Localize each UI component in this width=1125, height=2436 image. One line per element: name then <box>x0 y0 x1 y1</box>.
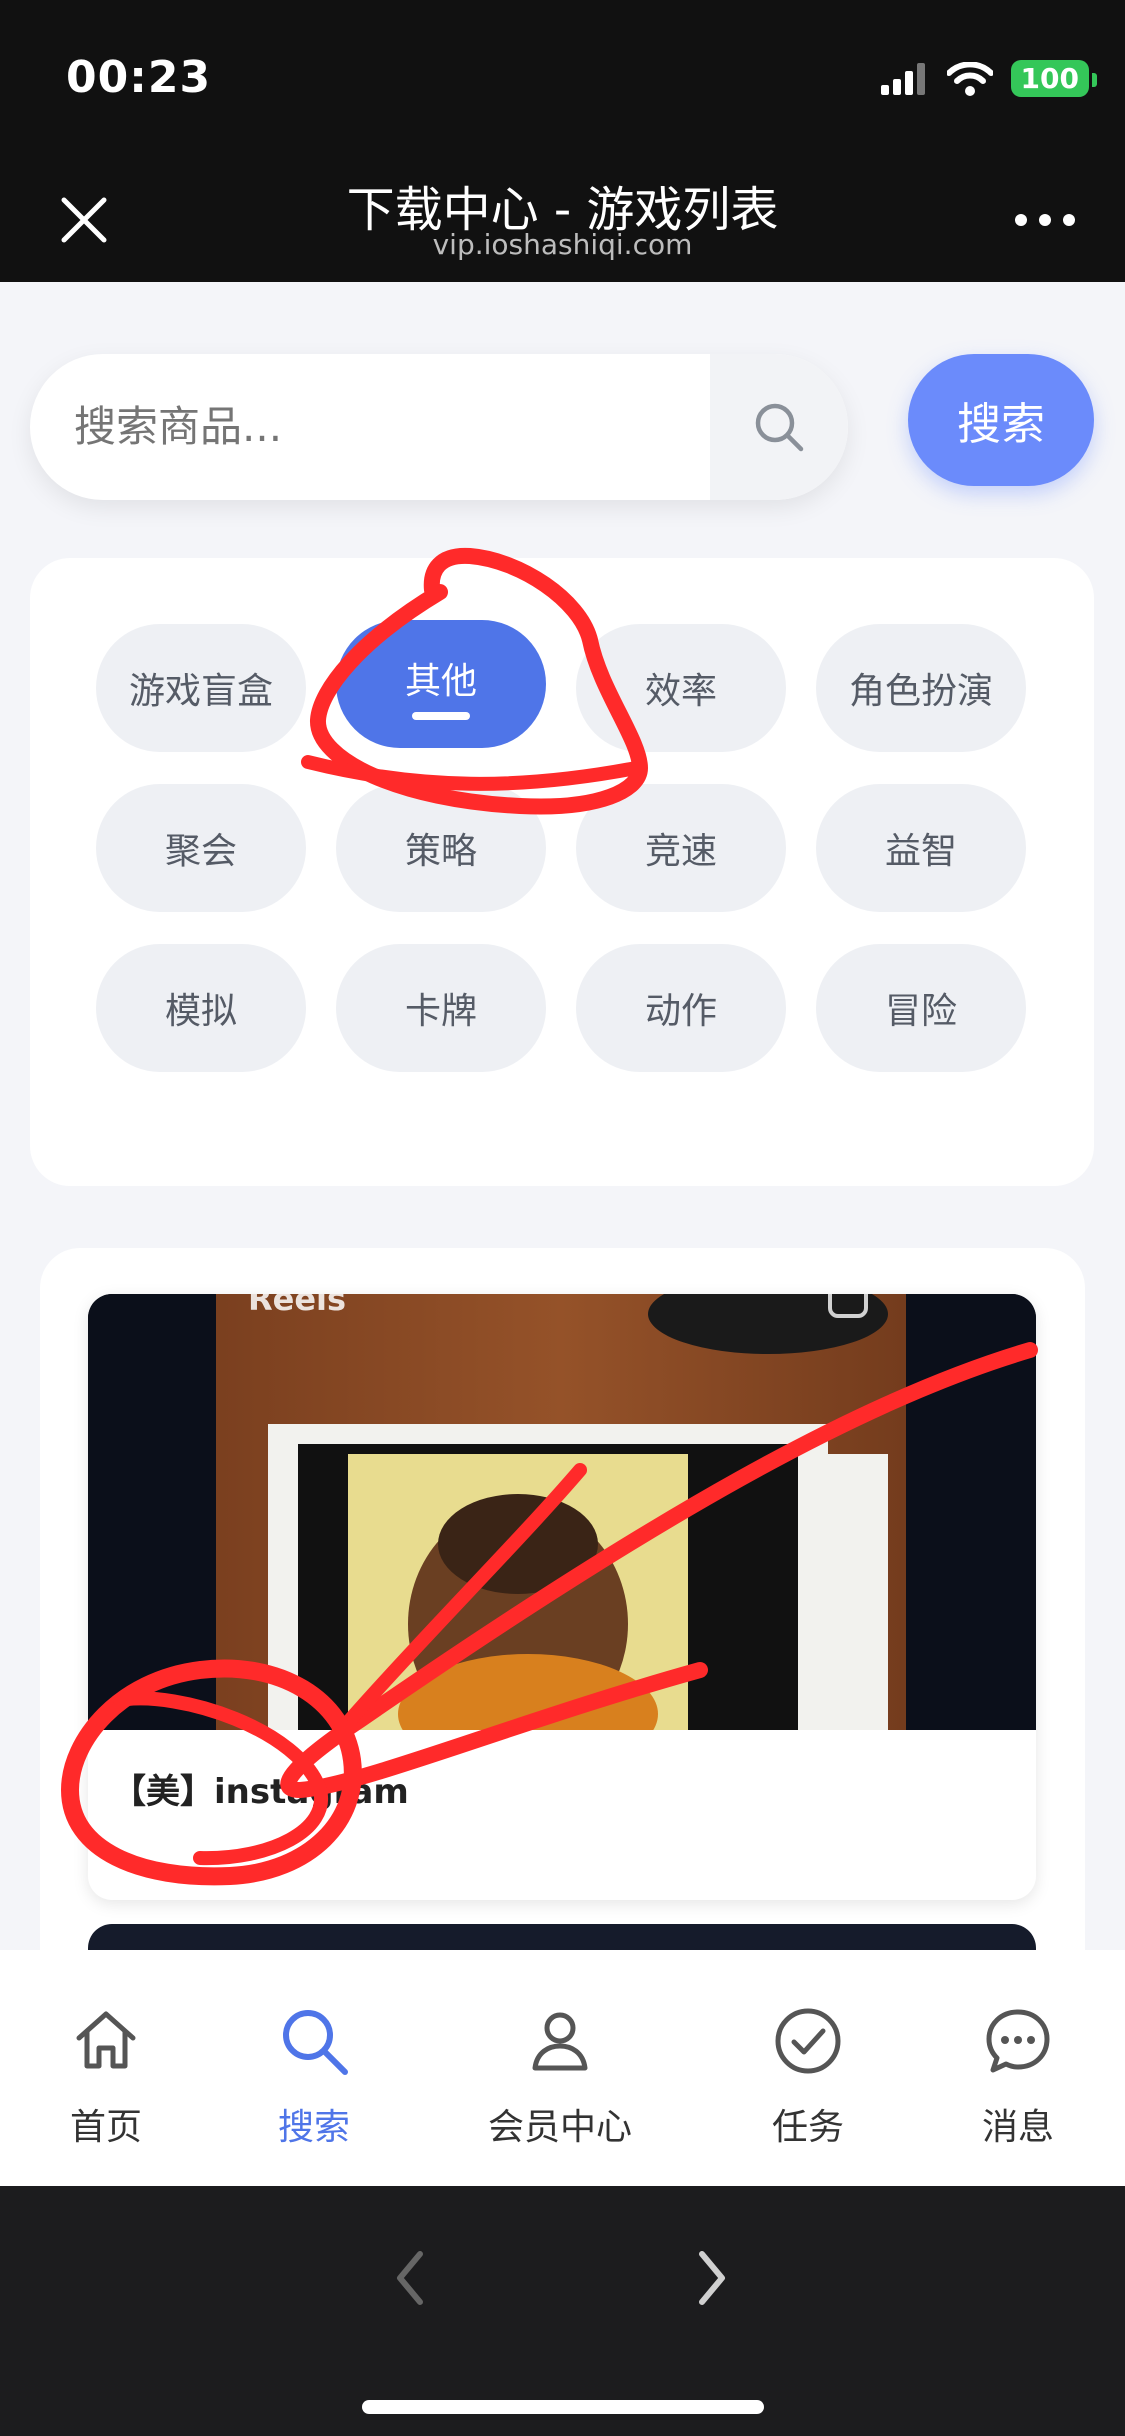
tab-member-center[interactable]: 会员中心 <box>480 1950 640 2186</box>
search-icon <box>755 403 804 452</box>
message-icon <box>986 2009 1050 2073</box>
product-image: Reels <box>88 1294 1036 1730</box>
product-title: 【美】instagram <box>112 1772 409 1812</box>
check-circle-icon <box>775 2008 841 2074</box>
tab-label: 任务 <box>771 2107 844 2148</box>
tab-tasks[interactable]: 任务 <box>756 1950 860 2186</box>
tab-label: 首页 <box>69 2107 142 2148</box>
product-card[interactable] <box>88 1924 1036 1950</box>
tab-label: 搜索 <box>277 2107 350 2148</box>
category-tag[interactable]: 游戏盲盒 <box>96 624 306 752</box>
cellular-signal-icon <box>880 62 925 95</box>
category-label: 益智 <box>884 831 957 872</box>
search-icon <box>283 2010 348 2075</box>
category-panel: 游戏盲盒 其他 效率 角色扮演 聚会 策略 竞速 益智 模拟 卡牌 动作 冒险 <box>30 558 1094 1186</box>
category-label: 效率 <box>644 671 717 712</box>
category-label: 冒险 <box>884 991 957 1032</box>
category-tag[interactable]: 竞速 <box>576 784 786 912</box>
product-thumbnail: Reels <box>88 1294 1036 1730</box>
category-tag-active[interactable]: 其他 <box>336 620 546 748</box>
battery-indicator: 100 <box>1010 60 1098 97</box>
tab-home[interactable]: 首页 <box>54 1950 158 2186</box>
category-label: 游戏盲盒 <box>128 671 273 712</box>
status-time: 00:23 <box>66 52 212 103</box>
browser-toolbar <box>0 2186 1125 2436</box>
tab-search[interactable]: 搜索 <box>262 1950 366 2186</box>
category-tag[interactable]: 聚会 <box>96 784 306 912</box>
category-tag[interactable]: 益智 <box>816 784 1026 912</box>
category-tag[interactable]: 策略 <box>336 784 546 912</box>
category-tag[interactable]: 模拟 <box>96 944 306 1072</box>
search-box <box>30 354 848 500</box>
tab-label: 会员中心 <box>487 2107 632 2148</box>
search-button[interactable]: 搜索 <box>908 354 1094 486</box>
category-tag[interactable]: 冒险 <box>816 944 1026 1072</box>
category-label: 聚会 <box>164 831 237 872</box>
status-icons: 100 <box>880 60 1098 97</box>
category-tag[interactable]: 动作 <box>576 944 786 1072</box>
bottom-tab-bar: 首页 搜索 会员中心 任务 消息 <box>0 1950 1125 2186</box>
category-label: 其他 <box>404 661 477 702</box>
tab-messages[interactable]: 消息 <box>966 1950 1070 2186</box>
chevron-left-icon[interactable] <box>380 2238 440 2318</box>
search-input[interactable] <box>74 354 714 500</box>
more-icon[interactable] <box>1005 190 1085 250</box>
nav-bar: 下载中心 - 游戏列表 vip.ioshashiqi.com <box>0 160 1125 282</box>
category-label: 竞速 <box>644 831 717 872</box>
home-icon <box>76 2011 136 2069</box>
category-label: 模拟 <box>164 991 237 1032</box>
product-list: Reels 【美】instagram <box>40 1248 1085 1950</box>
main-content: 搜索 游戏盲盒 其他 效率 角色扮演 聚会 策略 竞速 益智 模拟 卡牌 动作 … <box>0 282 1125 1950</box>
category-label: 策略 <box>404 831 477 872</box>
search-icon-button[interactable] <box>710 354 848 500</box>
user-icon <box>532 2012 588 2071</box>
chevron-right-icon[interactable] <box>682 2238 742 2318</box>
category-label: 动作 <box>644 991 717 1032</box>
tab-label: 消息 <box>981 2107 1054 2148</box>
image-overlay-label: Reels <box>248 1294 346 1318</box>
page-url: vip.ioshashiqi.com <box>432 228 693 261</box>
home-indicator <box>362 2400 764 2414</box>
category-tag[interactable]: 卡牌 <box>336 944 546 1072</box>
status-bar: 00:23 100 <box>0 0 1125 160</box>
category-label: 角色扮演 <box>848 671 993 712</box>
category-label: 卡牌 <box>404 991 477 1032</box>
category-tag[interactable]: 角色扮演 <box>816 624 1026 752</box>
product-card[interactable]: Reels 【美】instagram <box>88 1294 1036 1900</box>
category-tag[interactable]: 效率 <box>576 624 786 752</box>
wifi-icon <box>946 61 993 96</box>
